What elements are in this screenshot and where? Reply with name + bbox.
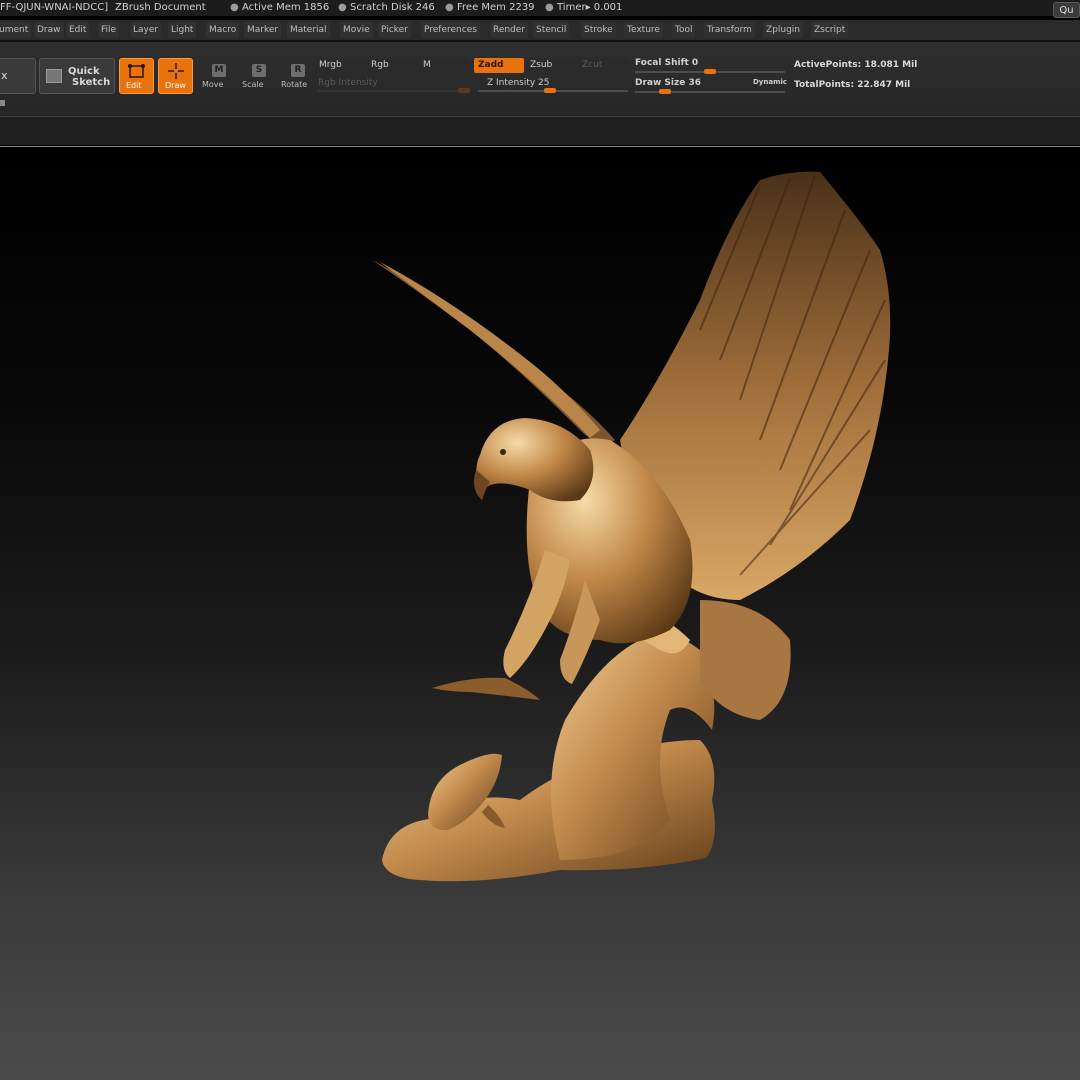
mrgb-button[interactable]: Mrgb bbox=[315, 58, 365, 73]
quicksave-button[interactable]: Qu bbox=[1053, 2, 1080, 18]
draw-button[interactable]: Draw bbox=[158, 58, 193, 94]
menu-item-stroke[interactable]: Stroke bbox=[581, 22, 616, 38]
menu-item-ument[interactable]: ument bbox=[0, 22, 32, 38]
active-points: ActivePoints: 18.081 Mil bbox=[794, 60, 918, 70]
menu-item-material[interactable]: Material bbox=[287, 22, 330, 38]
tool-tray bbox=[0, 117, 1080, 145]
m-button[interactable]: M bbox=[419, 58, 469, 73]
draw-label: Draw bbox=[165, 81, 186, 90]
move-label[interactable]: Move bbox=[202, 80, 223, 89]
focal-shift-label: Focal Shift 0 bbox=[635, 58, 699, 68]
menu-item-transform[interactable]: Transform bbox=[704, 22, 755, 38]
menu-item-tool[interactable]: Tool bbox=[672, 22, 696, 38]
quick-sketch-button[interactable]: Quick Sketch bbox=[39, 58, 115, 94]
total-points: TotalPoints: 22.847 Mil bbox=[794, 80, 911, 90]
free-mem: Free Mem 2239 bbox=[457, 2, 535, 13]
scale-label[interactable]: Scale bbox=[242, 80, 264, 89]
tool-label: x bbox=[1, 69, 8, 82]
document-id: FF-QJUN-WNAI-NDCC] bbox=[0, 2, 109, 13]
top-shelf: x Quick Sketch Edit Draw M Move S Scale … bbox=[0, 42, 1080, 117]
canvas-viewport[interactable] bbox=[0, 147, 1080, 1080]
menu-item-file[interactable]: File bbox=[98, 22, 120, 38]
bullet-icon: ● bbox=[545, 2, 554, 13]
sketch-icon bbox=[46, 69, 62, 83]
rgb-intensity-label: Rgb Intensity bbox=[318, 78, 378, 88]
rotate-label[interactable]: Rotate bbox=[281, 80, 307, 89]
menu-bar: ument Draw Edit File Layer Light Macro Marker Ma… bbox=[0, 20, 1080, 40]
menu-item-picker[interactable]: Picker bbox=[378, 22, 411, 38]
eagle-sculpture bbox=[372, 171, 891, 882]
active-mem: Active Mem 1856 bbox=[242, 2, 330, 13]
edit-button[interactable]: Edit bbox=[119, 58, 154, 94]
menu-item-macro[interactable]: Macro bbox=[206, 22, 240, 38]
quick-sketch-label-1: Quick bbox=[68, 66, 100, 77]
document-name: ZBrush Document bbox=[115, 2, 206, 13]
rotate-icon[interactable]: R bbox=[291, 64, 305, 77]
rgb-intensity-slider[interactable] bbox=[318, 90, 470, 92]
z-intensity-label: Z Intensity 25 bbox=[487, 78, 550, 88]
menu-item-preferences[interactable]: Preferences bbox=[421, 22, 480, 38]
menu-item-layer[interactable]: Layer bbox=[130, 22, 162, 38]
menu-item-texture[interactable]: Texture bbox=[624, 22, 663, 38]
draw-size-slider[interactable] bbox=[635, 91, 785, 93]
bullet-icon: ● bbox=[338, 2, 347, 13]
zadd-button[interactable]: Zadd bbox=[474, 58, 524, 73]
zsub-button[interactable]: Zsub bbox=[526, 58, 576, 73]
bullet-icon: ● bbox=[230, 2, 239, 13]
z-intensity-thumb[interactable] bbox=[544, 88, 556, 93]
menu-item-zplugin[interactable]: Zplugin bbox=[763, 22, 804, 38]
timer: Timer▸ 0.001 bbox=[557, 2, 623, 13]
focal-shift-thumb[interactable] bbox=[704, 69, 716, 74]
move-icon[interactable]: M bbox=[212, 64, 226, 77]
edit-icon bbox=[128, 64, 145, 78]
menu-item-movie[interactable]: Movie bbox=[340, 22, 373, 38]
edit-label: Edit bbox=[126, 81, 142, 90]
tray-handle[interactable] bbox=[0, 100, 5, 106]
title-bar: FF-QJUN-WNAI-NDCC] ZBrush Document ● Act… bbox=[0, 0, 1080, 16]
scale-icon[interactable]: S bbox=[252, 64, 266, 77]
menu-item-light[interactable]: Light bbox=[168, 22, 197, 38]
zcut-button[interactable]: Zcut bbox=[578, 58, 628, 73]
scratch-disk: Scratch Disk 246 bbox=[350, 2, 435, 13]
rgb-intensity-thumb[interactable] bbox=[458, 88, 470, 93]
crosshair-icon bbox=[168, 63, 184, 79]
dynamic-toggle[interactable]: Dynamic bbox=[753, 75, 787, 90]
tool-button[interactable]: x bbox=[0, 58, 36, 94]
menu-item-render[interactable]: Render bbox=[490, 22, 529, 38]
menu-item-stencil[interactable]: Stencil bbox=[533, 22, 570, 38]
draw-size-thumb[interactable] bbox=[659, 89, 671, 94]
rgb-button[interactable]: Rgb bbox=[367, 58, 417, 73]
menu-item-draw[interactable]: Draw bbox=[34, 22, 64, 38]
menu-item-edit[interactable]: Edit bbox=[66, 22, 90, 38]
menu-item-marker[interactable]: Marker bbox=[244, 22, 282, 38]
quick-sketch-label-2: Sketch bbox=[72, 77, 111, 88]
menu-item-zscript[interactable]: Zscript bbox=[811, 22, 849, 38]
bullet-icon: ● bbox=[445, 2, 454, 13]
